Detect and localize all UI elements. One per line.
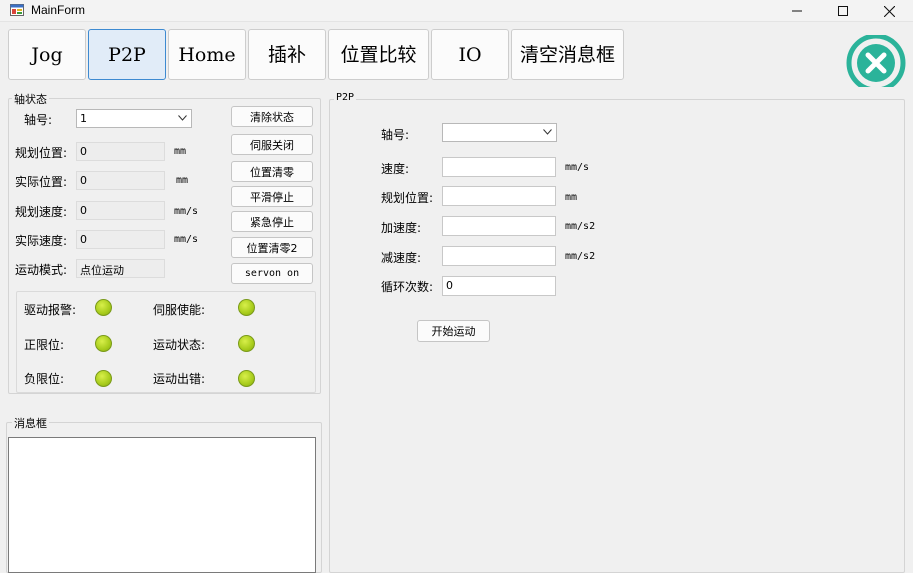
p2p-cycles-input[interactable]: 0 (442, 276, 556, 296)
tab-p2p[interactable]: P2P (88, 29, 166, 80)
close-button[interactable] (866, 0, 912, 22)
p2p-cycles-label: 循环次数: (381, 280, 434, 294)
p2p-decel-label: 减速度: (381, 251, 422, 265)
tab-label: IO (458, 43, 482, 66)
p2p-decel-unit: mm/s2 (565, 251, 596, 262)
servo-enable-led-icon (238, 299, 255, 316)
actual-position-label: 实际位置: (15, 175, 68, 189)
motion-mode-label: 运动模式: (15, 263, 68, 277)
message-box-title: 消息框 (12, 415, 49, 431)
servo-on-button[interactable]: servon on (231, 263, 313, 284)
motion-status-label: 运动状态: (153, 338, 206, 352)
p2p-accel-input[interactable] (442, 216, 556, 236)
motion-mode-value: 点位运动 (76, 259, 165, 278)
start-motion-button[interactable]: 开始运动 (417, 320, 490, 342)
clear-message-button[interactable]: 清空消息框 (511, 29, 624, 80)
tab-home[interactable]: Home (168, 29, 246, 80)
p2p-accel-unit: mm/s2 (565, 221, 596, 232)
maximize-button[interactable] (820, 0, 866, 22)
maximize-icon (838, 6, 848, 16)
planned-speed-value: 0 (76, 201, 165, 220)
tab-label: 位置比较 (340, 43, 417, 66)
minimize-icon (792, 10, 802, 12)
planned-position-label: 规划位置: (15, 146, 68, 160)
tab-label: Jog (31, 43, 63, 66)
planned-position-unit: mm (174, 146, 187, 157)
axis-status-title: 轴状态 (12, 91, 49, 107)
p2p-axis-select[interactable] (442, 123, 557, 142)
clear-status-button[interactable]: 清除状态 (231, 106, 313, 127)
close-icon (883, 5, 895, 17)
motion-error-label: 运动出错: (153, 372, 206, 386)
actual-position-value: 0 (76, 171, 165, 190)
chevron-down-icon (543, 129, 552, 135)
p2p-group (329, 99, 905, 573)
drive-alarm-led-icon (95, 299, 112, 316)
actual-speed-value: 0 (76, 230, 165, 249)
exit-logo-icon[interactable] (843, 35, 909, 87)
positive-limit-label: 正限位: (24, 338, 65, 352)
app-icon (10, 3, 24, 17)
tab-jog[interactable]: Jog (8, 29, 86, 80)
smooth-stop-button[interactable]: 平滑停止 (231, 186, 313, 207)
p2p-position-input[interactable] (442, 186, 556, 206)
positive-limit-led-icon (95, 335, 112, 352)
tab-interpolation[interactable]: 插补 (248, 29, 326, 80)
emergency-stop-button[interactable]: 紧急停止 (231, 211, 313, 232)
drive-alarm-label: 驱动报警: (24, 303, 77, 317)
actual-position-unit: mm (176, 175, 189, 186)
tab-io[interactable]: IO (431, 29, 509, 80)
axis-number-label: 轴号: (24, 113, 53, 127)
p2p-speed-label: 速度: (381, 162, 410, 176)
actual-speed-label: 实际速度: (15, 234, 68, 248)
tab-label: 清空消息框 (520, 43, 616, 66)
p2p-title: P2P (334, 92, 357, 103)
motion-status-led-icon (238, 335, 255, 352)
tab-label: 插补 (267, 43, 306, 66)
tab-label: Home (178, 43, 236, 66)
chevron-down-icon (178, 115, 187, 121)
planned-speed-unit: mm/s (174, 206, 199, 217)
p2p-speed-unit: mm/s (565, 162, 590, 173)
p2p-accel-label: 加速度: (381, 221, 422, 235)
p2p-speed-input[interactable] (442, 157, 556, 177)
window-title: MainForm (31, 3, 86, 17)
p2p-position-unit: mm (565, 192, 578, 203)
p2p-decel-input[interactable] (442, 246, 556, 266)
negative-limit-label: 负限位: (24, 372, 65, 386)
servo-enable-label: 伺服使能: (153, 303, 206, 317)
position-zero-button[interactable]: 位置清零 (231, 161, 313, 182)
tab-position-compare[interactable]: 位置比较 (328, 29, 429, 80)
p2p-axis-label: 轴号: (381, 128, 410, 142)
axis-number-value: 1 (80, 112, 87, 125)
position-zero2-button[interactable]: 位置清零2 (231, 237, 313, 258)
motion-error-led-icon (238, 370, 255, 387)
tab-label: P2P (108, 43, 146, 66)
axis-number-select[interactable]: 1 (76, 109, 192, 128)
p2p-position-label: 规划位置: (381, 191, 434, 205)
minimize-button[interactable] (774, 0, 820, 22)
actual-speed-unit: mm/s (174, 234, 199, 245)
negative-limit-led-icon (95, 370, 112, 387)
planned-position-value: 0 (76, 142, 165, 161)
message-textarea[interactable] (8, 437, 316, 573)
servo-off-button[interactable]: 伺服关闭 (231, 134, 313, 155)
planned-speed-label: 规划速度: (15, 205, 68, 219)
